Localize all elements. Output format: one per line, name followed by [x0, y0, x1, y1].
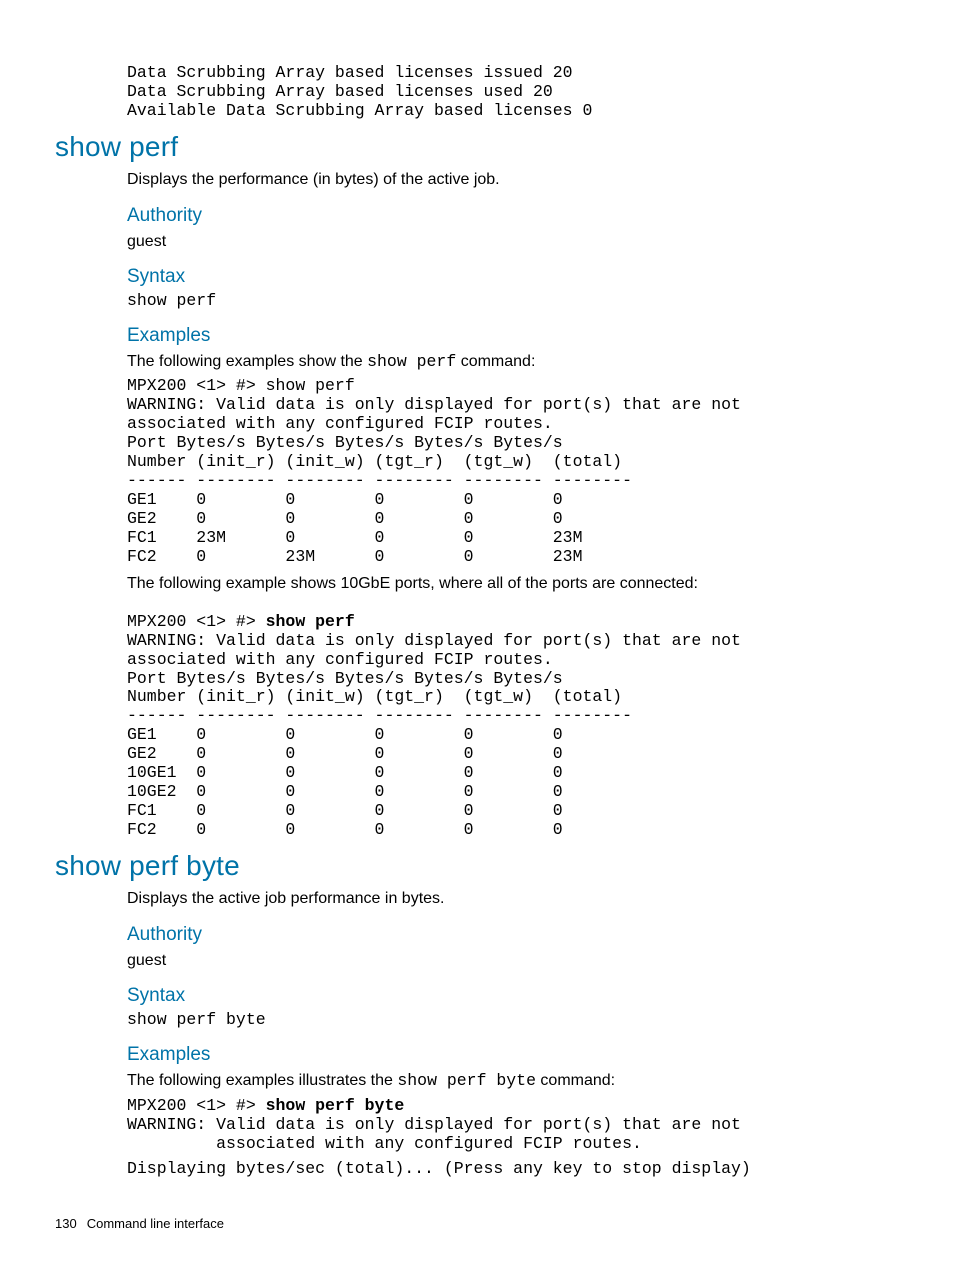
examples-heading: Examples	[127, 1044, 864, 1066]
example-output-3-last: Displaying bytes/sec (total)... (Press a…	[127, 1160, 864, 1179]
prompt-text: MPX200 <1> #>	[127, 1096, 266, 1115]
inline-command: show perf	[367, 352, 456, 371]
example-output-2: MPX200 <1> #> show perf WARNING: Valid d…	[127, 613, 864, 841]
text-fragment: The following examples show the	[127, 353, 367, 370]
authority-value: guest	[127, 950, 864, 972]
heading-show-perf: show perf	[55, 131, 864, 163]
page-number: 130	[55, 1216, 77, 1231]
page-footer: 130 Command line interface	[55, 1216, 224, 1231]
heading-show-perf-byte: show perf byte	[55, 850, 864, 882]
example-output-3: MPX200 <1> #> show perf byte WARNING: Va…	[127, 1097, 864, 1154]
example-output-1: MPX200 <1> #> show perf WARNING: Valid d…	[127, 377, 864, 567]
output-rest: WARNING: Valid data is only displayed fo…	[127, 1115, 741, 1153]
text-fragment: command:	[456, 353, 535, 370]
license-output: Data Scrubbing Array based licenses issu…	[127, 64, 864, 121]
output-rest: WARNING: Valid data is only displayed fo…	[127, 631, 741, 840]
show-perf-intro: Displays the performance (in bytes) of t…	[127, 169, 864, 191]
text-fragment: command:	[536, 1072, 615, 1089]
syntax-value: show perf byte	[127, 1011, 864, 1030]
bold-command: show perf	[266, 612, 355, 631]
show-perf-byte-intro: Displays the active job performance in b…	[127, 888, 864, 910]
syntax-value: show perf	[127, 292, 864, 311]
syntax-heading: Syntax	[127, 985, 864, 1007]
examples-heading: Examples	[127, 325, 864, 347]
authority-heading: Authority	[127, 924, 864, 946]
footer-label: Command line interface	[87, 1216, 224, 1231]
authority-heading: Authority	[127, 205, 864, 227]
authority-value: guest	[127, 231, 864, 253]
inline-command: show perf byte	[397, 1071, 536, 1090]
examples-intro: The following examples show the show per…	[127, 351, 864, 373]
bold-command: show perf byte	[266, 1096, 405, 1115]
prompt-text: MPX200 <1> #>	[127, 612, 266, 631]
example-between-text: The following example shows 10GbE ports,…	[127, 573, 864, 595]
text-fragment: The following examples illustrates the	[127, 1072, 397, 1089]
syntax-heading: Syntax	[127, 266, 864, 288]
examples-intro: The following examples illustrates the s…	[127, 1070, 864, 1092]
